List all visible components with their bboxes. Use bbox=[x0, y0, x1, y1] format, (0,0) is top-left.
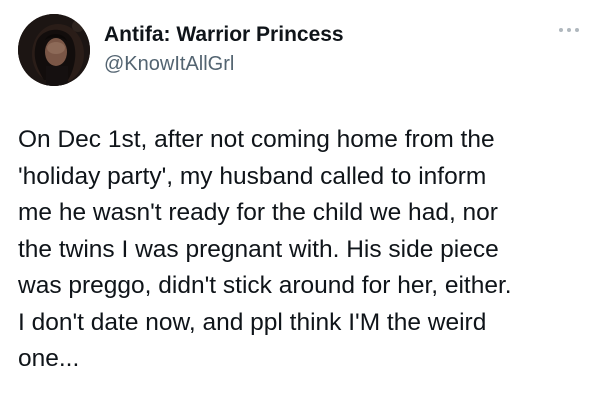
more-dot bbox=[567, 28, 571, 32]
tweet-text-line: 'holiday party', my husband called to in… bbox=[18, 162, 487, 190]
tweet-text: On Dec 1st, after not coming home from t… bbox=[18, 122, 588, 378]
tweet-text-line: the twins I was pregnant with. His side … bbox=[18, 235, 499, 263]
more-dot bbox=[575, 28, 579, 32]
tweet-text-line: one... bbox=[18, 345, 80, 372]
author-block: Antifa: Warrior Princess @KnowItAllGrl bbox=[104, 22, 344, 77]
avatar[interactable] bbox=[18, 14, 90, 86]
tweet-text-line: me he wasn't ready for the child we had,… bbox=[18, 199, 498, 226]
avatar-photo bbox=[18, 14, 90, 86]
tweet-card: Antifa: Warrior Princess @KnowItAllGrl O… bbox=[0, 0, 599, 405]
tweet-text-line: was preggo, didn't stick around for her,… bbox=[18, 272, 512, 299]
more-options-icon[interactable] bbox=[559, 28, 579, 32]
tweet-text-line: On Dec 1st, after not coming home from t… bbox=[18, 126, 495, 153]
user-handle[interactable]: @KnowItAllGrl bbox=[104, 51, 344, 77]
more-dot bbox=[559, 28, 563, 32]
display-name[interactable]: Antifa: Warrior Princess bbox=[104, 22, 344, 48]
tweet-text-line: I don't date now, and ppl think I'M the … bbox=[18, 308, 487, 336]
